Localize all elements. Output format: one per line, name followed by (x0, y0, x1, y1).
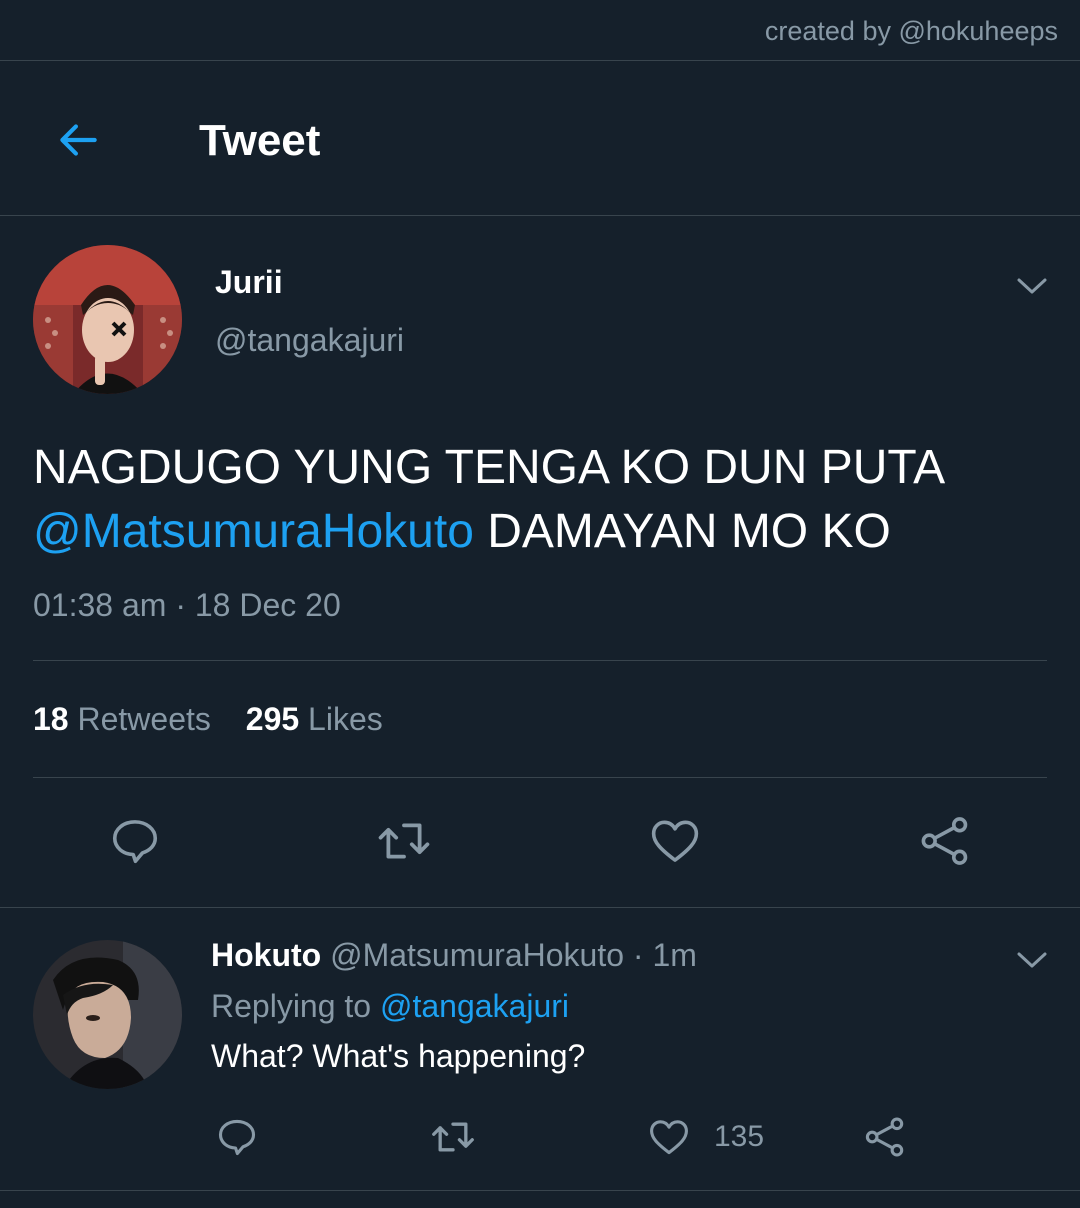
reply-like-count: 135 (714, 1120, 765, 1153)
timestamp-divider (33, 660, 1047, 661)
heart-icon (651, 820, 699, 862)
avatar-jurii[interactable] (33, 245, 182, 394)
retweet-button[interactable] (369, 808, 439, 874)
header-divider (0, 215, 1080, 216)
retweet-icon (432, 1122, 474, 1152)
reply-button[interactable] (100, 808, 170, 874)
author-name[interactable]: Jurii (215, 264, 283, 301)
share-icon (921, 817, 968, 865)
reply-like-button[interactable] (642, 1112, 696, 1162)
share-icon (865, 1117, 904, 1157)
retweets-stat[interactable]: 18 Retweets (33, 701, 220, 737)
like-label: Likes (308, 701, 383, 737)
heart-icon (650, 1120, 688, 1155)
reply-reply-button[interactable] (210, 1112, 264, 1162)
reply-icon (112, 820, 158, 864)
watermark: created by @hokuheeps (764, 16, 1058, 46)
reply-retweet-button[interactable] (425, 1112, 481, 1162)
author-handle[interactable]: @tangakajuri (215, 322, 404, 359)
mention-link[interactable]: @MatsumuraHokuto (33, 505, 474, 558)
retweet-icon (378, 823, 430, 859)
stats-divider (33, 777, 1047, 778)
reply-icon (218, 1119, 256, 1156)
tweet-timestamp[interactable]: 01:38 am · 18 Dec 20 (33, 587, 341, 624)
reply-header: Hokuto @MatsumuraHokuto · 1m (211, 937, 697, 974)
tweet-menu-button[interactable] (1010, 268, 1054, 304)
tweet-text-rest: DAMAYAN MO KO (473, 505, 891, 558)
reply-time[interactable]: · 1m (633, 937, 697, 973)
like-count: 295 (245, 701, 300, 737)
tweet-text-line1: NAGDUGO YUNG TENGA KO DUN PUTA (33, 441, 946, 494)
reply-share-button[interactable] (858, 1112, 912, 1162)
like-button[interactable] (640, 808, 710, 874)
replying-to-link[interactable]: @tangakajuri (380, 988, 569, 1024)
tweet-text-line2: @MatsumuraHokuto DAMAYAN MO KO (33, 500, 1053, 564)
reply-text: What? What's happening? (211, 1038, 586, 1074)
chevron-down-icon (1017, 278, 1047, 294)
retweet-count: 18 (33, 701, 69, 737)
tweet-text: NAGDUGO YUNG TENGA KO DUN PUTA @Matsumur… (33, 436, 1053, 564)
top-divider (0, 60, 1080, 61)
page-title: Tweet (199, 116, 321, 165)
arrow-left-icon (60, 124, 97, 156)
replying-to: Replying to @tangakajuri (211, 988, 569, 1025)
reply-author-handle[interactable]: @MatsumuraHokuto (330, 937, 624, 973)
avatar-hokuto[interactable] (33, 940, 182, 1089)
replying-to-label: Replying to (211, 988, 372, 1024)
thread-divider (0, 907, 1080, 908)
share-button[interactable] (910, 808, 980, 874)
tweet-stats: 18 Retweets 295 Likes (33, 701, 383, 738)
retweet-label: Retweets (77, 701, 211, 737)
reply-menu-button[interactable] (1010, 942, 1054, 978)
back-button[interactable] (46, 108, 110, 172)
chevron-down-icon (1017, 952, 1047, 968)
likes-stat[interactable]: 295 Likes (246, 701, 383, 737)
bottom-divider (0, 1190, 1080, 1191)
reply-author-name[interactable]: Hokuto (211, 937, 321, 973)
